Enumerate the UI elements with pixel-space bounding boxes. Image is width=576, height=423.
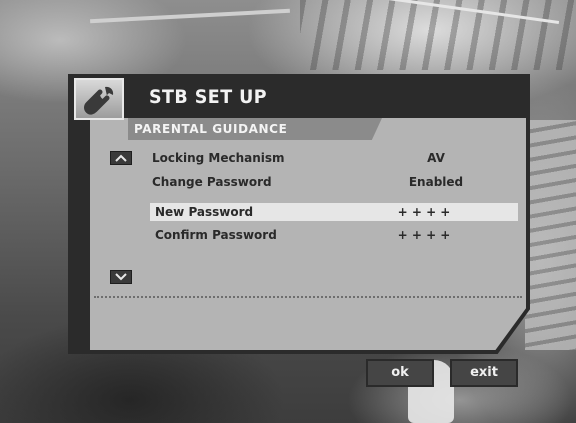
wrench-icon — [84, 86, 114, 115]
ok-button[interactable]: ok — [366, 359, 434, 387]
menu-title: STB SET UP — [149, 86, 268, 108]
scroll-up-button[interactable] — [110, 151, 132, 165]
setting-value-change-password[interactable]: Enabled — [386, 174, 486, 190]
setting-label-change-password[interactable]: Change Password — [152, 174, 272, 190]
chevron-down-icon — [115, 273, 127, 281]
settings-icon-box — [74, 78, 124, 120]
background-panel — [525, 120, 576, 350]
divider — [94, 296, 522, 298]
confirm-password-field[interactable]: + + + + — [374, 227, 474, 243]
background-stands — [300, 0, 576, 70]
chevron-up-icon — [115, 154, 127, 162]
exit-button[interactable]: exit — [450, 359, 518, 387]
setting-label-locking-mechanism[interactable]: Locking Mechanism — [152, 150, 285, 166]
scroll-down-button[interactable] — [110, 270, 132, 284]
setting-value-locking-mechanism[interactable]: AV — [386, 150, 486, 166]
setting-label-confirm-password[interactable]: Confirm Password — [155, 227, 277, 243]
section-title: PARENTAL GUIDANCE — [134, 122, 288, 136]
setting-label-new-password[interactable]: New Password — [155, 204, 253, 220]
new-password-field[interactable]: + + + + — [374, 204, 474, 220]
